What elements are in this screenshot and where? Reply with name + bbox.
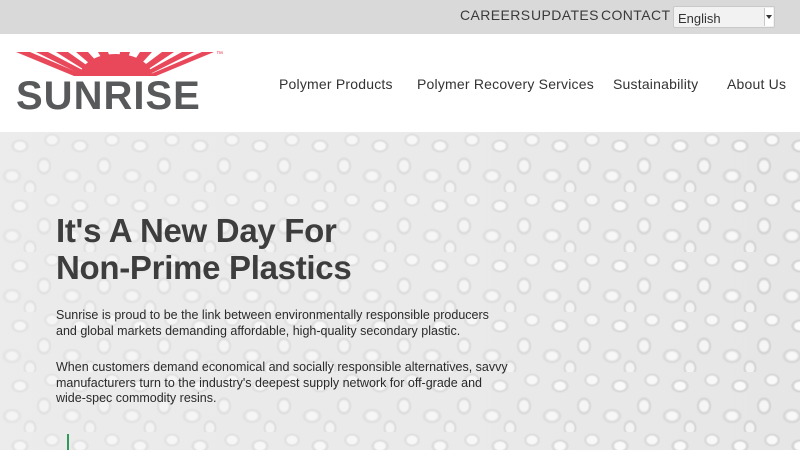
nav-sustainability[interactable]: Sustainability (613, 76, 698, 92)
top-utility-bar: CAREERS UPDATES CONTACT English (0, 0, 800, 34)
hero-intro-line-1: Sunrise is proud to be the link between … (56, 308, 489, 322)
hero-body-line-1: When customers demand economical and soc… (56, 360, 508, 374)
hero-title-line-1: It's A New Day For (56, 212, 337, 249)
hero-title-line-2: Non-Prime Plastics (56, 249, 352, 286)
hero-intro-paragraph: Sunrise is proud to be the link between … (56, 308, 516, 339)
sunrise-logo[interactable]: ™ SUNRISE (16, 50, 230, 122)
contact-link[interactable]: CONTACT (601, 7, 670, 23)
language-selected-value: English (678, 11, 721, 26)
hero-body-line-3: wide-spec commodity resins. (56, 391, 217, 405)
site-header: ™ SUNRISE Polymer Products Polymer Recov… (0, 34, 800, 132)
language-select[interactable]: English (673, 6, 775, 28)
trademark-symbol: ™ (216, 51, 223, 58)
select-arrow-icon[interactable] (764, 8, 773, 26)
hero-title: It's A New Day For Non-Prime Plastics (56, 212, 352, 286)
hero-body-line-2: manufacturers turn to the industry's dee… (56, 375, 483, 390)
hero-accent-rule (67, 434, 69, 450)
hero-body-paragraph: When customers demand economical and soc… (56, 360, 516, 407)
hero-intro-line-2: and global markets demanding affordable,… (56, 323, 461, 338)
careers-link[interactable]: CAREERS (460, 7, 530, 23)
nav-polymer-recovery-services[interactable]: Polymer Recovery Services (417, 76, 594, 92)
hero-section: It's A New Day For Non-Prime Plastics Su… (0, 132, 800, 450)
nav-about-us[interactable]: About Us (727, 76, 786, 92)
updates-link[interactable]: UPDATES (531, 7, 599, 23)
logo-wordmark: SUNRISE (16, 74, 201, 118)
sunrise-rays-icon (16, 52, 214, 76)
nav-polymer-products[interactable]: Polymer Products (279, 76, 393, 92)
